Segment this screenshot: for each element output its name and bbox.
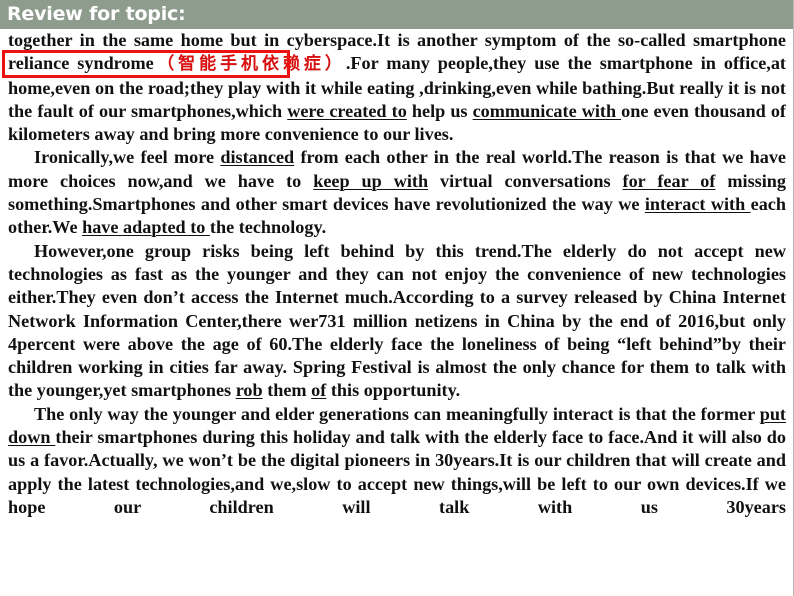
paragraph-2-segment-1: Ironically,we feel more xyxy=(34,147,221,168)
paragraph-1-pre-text: together in the same home but in cybersp… xyxy=(8,30,694,50)
slide-canvas: Review for topic: together in the same h… xyxy=(0,0,794,596)
paragraph-4-segment-1: The only way the younger and elder gener… xyxy=(34,403,760,424)
paragraph-3: However,one group risks being left behin… xyxy=(8,240,786,403)
paragraph-4-segment-2: their smartphones during this holiday an… xyxy=(8,427,786,517)
underlined-phrase-of: of xyxy=(311,380,327,401)
paragraph-3-segment-3: this opportunity. xyxy=(326,380,461,401)
underlined-phrase-for-fear-of: for fear of xyxy=(622,170,716,191)
slide-header-bar: Review for topic: xyxy=(0,0,793,29)
reading-passage: together in the same home but in cybersp… xyxy=(0,29,793,519)
underlined-phrase-were-created-to: were created to xyxy=(287,100,407,121)
underlined-phrase-communicate-with: communicate with xyxy=(472,100,622,121)
underlined-phrase-keep-up-with: keep up with xyxy=(313,170,429,191)
paragraph-2-segment-6: the technology. xyxy=(209,217,327,238)
underlined-phrase-rob: rob xyxy=(235,380,263,401)
paragraph-1: together in the same home but in cybersp… xyxy=(8,29,786,146)
paragraph-2-segment-3: virtual conversations xyxy=(428,170,623,191)
paragraph-4: The only way the younger and elder gener… xyxy=(8,403,786,519)
underlined-phrase-distanced: distanced xyxy=(220,147,295,168)
paragraph-1-mid-text: help us xyxy=(406,100,473,121)
underlined-phrase-have-adapted-to: have adapted to xyxy=(82,217,210,238)
paragraph-2: Ironically,we feel more distanced from e… xyxy=(8,146,786,239)
paragraph-3-segment-1: However,one group risks being left behin… xyxy=(8,240,786,401)
paragraph-3-segment-2: them xyxy=(262,380,312,401)
page-title: Review for topic: xyxy=(7,3,186,25)
underlined-phrase-interact-with: interact with xyxy=(644,194,751,215)
chinese-gloss-text: （智能手机依赖症） xyxy=(153,54,346,75)
